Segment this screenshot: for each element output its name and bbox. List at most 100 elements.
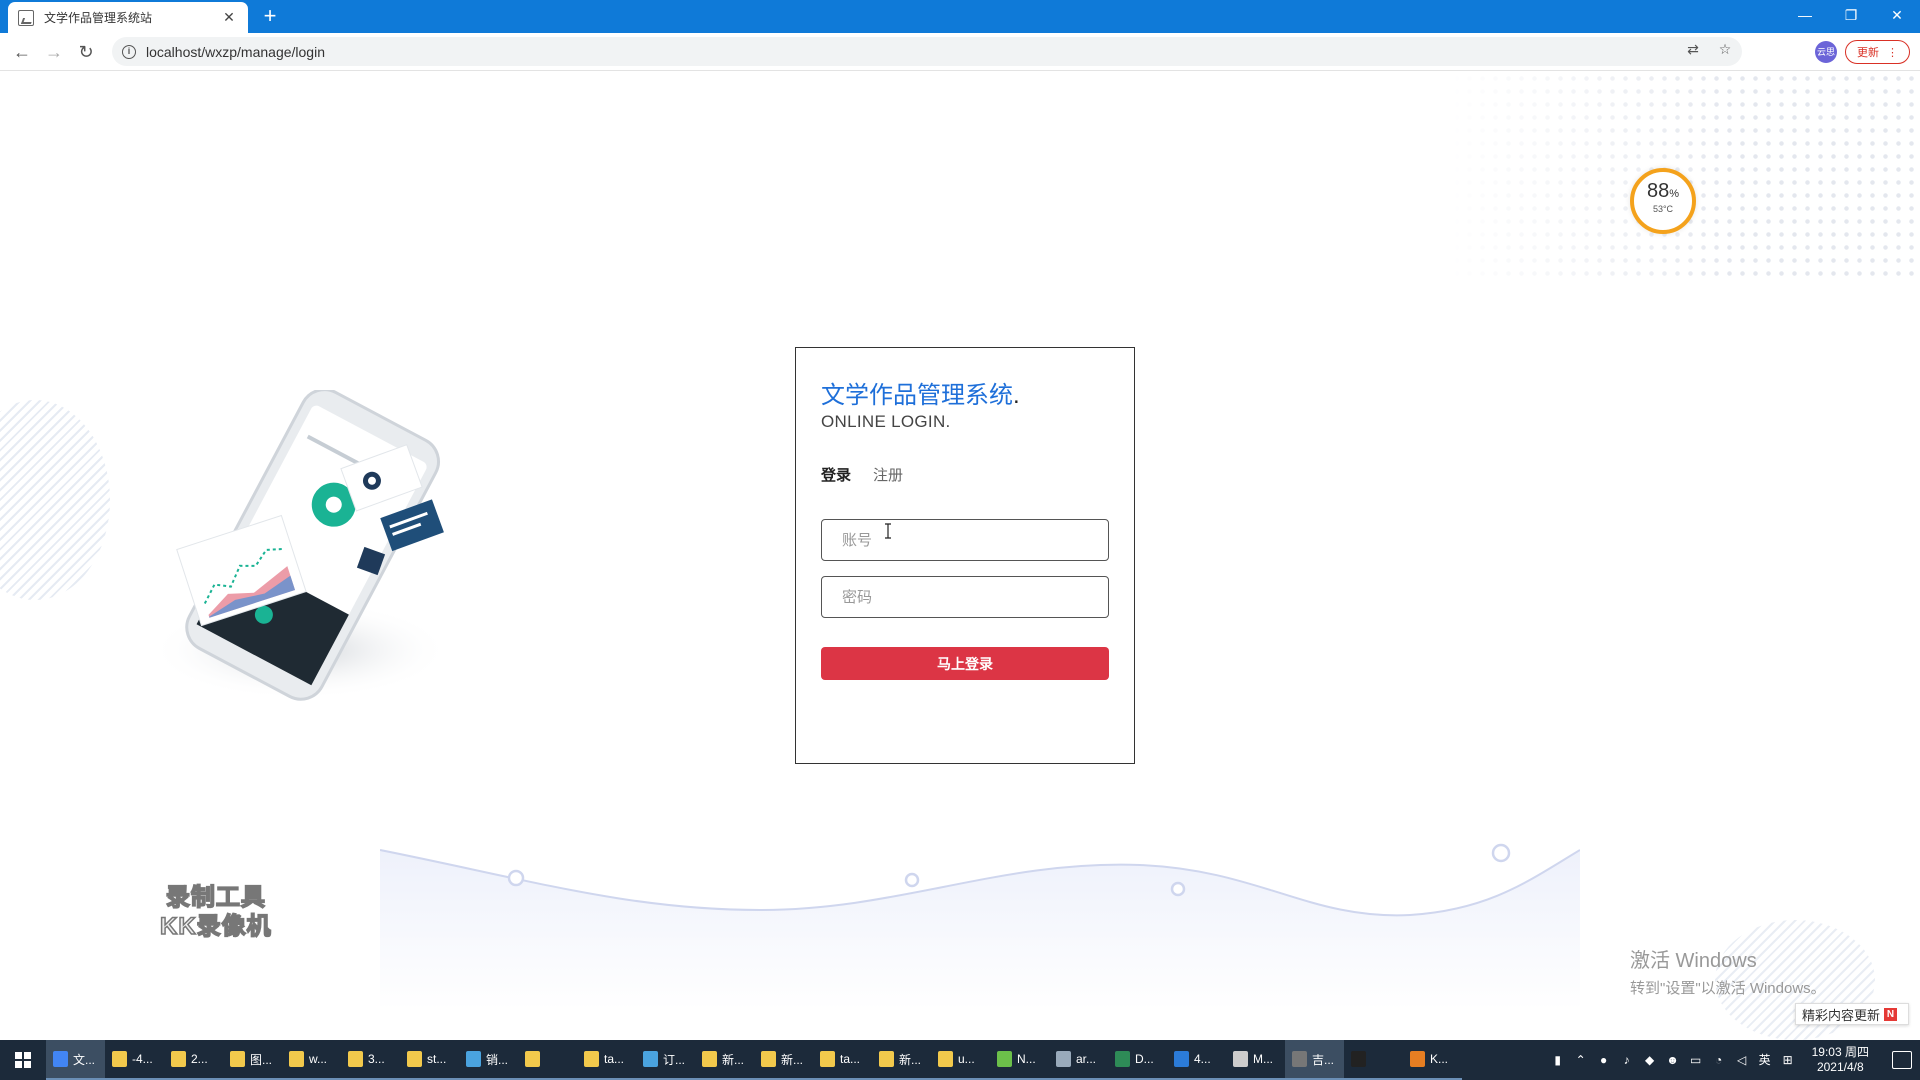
tab-login[interactable]: 登录: [821, 464, 851, 485]
close-window-button[interactable]: ✕: [1874, 0, 1920, 30]
tab-register[interactable]: 注册: [873, 464, 903, 485]
taskbar-item[interactable]: 销...: [459, 1040, 518, 1080]
new-tab-button[interactable]: +: [258, 5, 282, 29]
translate-icon[interactable]: ⇄: [1684, 40, 1702, 58]
taskbar-item[interactable]: D...: [1108, 1040, 1167, 1080]
taskbar-item-label: 吉...: [1312, 1052, 1335, 1067]
taskbar-item[interactable]: ta...: [577, 1040, 636, 1080]
back-icon[interactable]: ←: [10, 40, 34, 64]
taskbar-item[interactable]: -4...: [105, 1040, 164, 1080]
taskbar-item-label: 新...: [899, 1052, 922, 1067]
taskbar-item-label: 新...: [722, 1052, 745, 1067]
taskbar-item[interactable]: 3...: [341, 1040, 400, 1080]
archive-icon: [1056, 1051, 1071, 1067]
taskbar-item[interactable]: M...: [1226, 1040, 1285, 1080]
taskbar-item-label: ta...: [604, 1052, 625, 1066]
ime-indicator[interactable]: 英: [1758, 1053, 1772, 1067]
folder-icon: [820, 1051, 835, 1067]
taskbar-item[interactable]: 新...: [754, 1040, 813, 1080]
folder-icon: [289, 1051, 304, 1067]
stripe-decoration-left: [0, 400, 110, 600]
windows-activation-watermark: 激活 Windows 转到"设置"以激活 Windows。: [1630, 950, 1826, 997]
document-icon: [1115, 1051, 1130, 1067]
wifi-icon[interactable]: ◔: [1712, 1053, 1726, 1067]
window-controls: — ❐ ✕: [1782, 0, 1920, 33]
close-tab-icon[interactable]: ✕: [220, 9, 238, 26]
mute-icon[interactable]: ◁: [1735, 1053, 1749, 1067]
restore-button[interactable]: ❐: [1828, 0, 1874, 30]
taskbar-item-label: w...: [309, 1052, 328, 1066]
taskbar-item[interactable]: 吉...: [1285, 1040, 1344, 1080]
taskbar-item[interactable]: N...: [990, 1040, 1049, 1080]
folder-icon: [230, 1051, 245, 1067]
login-submit-button[interactable]: 马上登录: [821, 647, 1109, 680]
login-subtitle: ONLINE LOGIN.: [821, 412, 951, 431]
folder-icon: [879, 1051, 894, 1067]
windows-logo-icon: [15, 1052, 31, 1068]
taskbar-item[interactable]: 新...: [872, 1040, 931, 1080]
phone-illustration: [150, 390, 450, 701]
taskbar-clock[interactable]: 19:03 周四 2021/4/8: [1812, 1045, 1869, 1075]
device-icon[interactable]: ▭: [1689, 1053, 1703, 1067]
password-input[interactable]: [821, 576, 1109, 618]
keyboard-icon[interactable]: ⊞: [1781, 1053, 1795, 1067]
gauge-temperature: 53°C: [1652, 204, 1674, 214]
taskbar-item[interactable]: 4...: [1167, 1040, 1226, 1080]
taskbar-item[interactable]: K...: [1403, 1040, 1462, 1080]
address-bar[interactable]: i localhost/wxzp/manage/login ⇄ ☆: [112, 37, 1742, 66]
taskbar-item-label: D...: [1135, 1052, 1154, 1066]
chevron-up-icon[interactable]: ⌃: [1574, 1053, 1588, 1067]
update-label: 更新: [1857, 47, 1879, 59]
update-button[interactable]: 更新 ⋮: [1845, 40, 1910, 64]
site-info-icon[interactable]: i: [122, 44, 136, 59]
security-icon[interactable]: ●: [1597, 1053, 1611, 1067]
forward-icon[interactable]: →: [42, 40, 66, 64]
taskbar-item[interactable]: [1344, 1040, 1403, 1080]
taskbar-item[interactable]: 文...: [46, 1040, 105, 1080]
taskbar-item[interactable]: [518, 1040, 577, 1080]
chrome-icon: [53, 1051, 68, 1067]
cube-icon: [466, 1051, 481, 1067]
taskbar-item[interactable]: 订...: [636, 1040, 695, 1080]
recorder-watermark: 录制工具 KK录像机: [159, 883, 272, 941]
taskbar-item[interactable]: 2...: [164, 1040, 223, 1080]
taskbar-item-label: N...: [1017, 1052, 1036, 1066]
browser-titlebar: 文学作品管理系统站 ✕ + — ❐ ✕: [0, 0, 1920, 33]
vscode-icon: [1174, 1051, 1189, 1067]
action-center-icon[interactable]: [1892, 1051, 1912, 1069]
taskbar-item[interactable]: ar...: [1049, 1040, 1108, 1080]
start-button[interactable]: [0, 1040, 46, 1080]
windows-taskbar: 文... -4... 2... 图... w... 3... st... 销... ta... 订…: [0, 1040, 1920, 1080]
taskbar-item[interactable]: 新...: [695, 1040, 754, 1080]
bookmark-star-icon[interactable]: ☆: [1716, 40, 1734, 58]
profile-avatar[interactable]: 云思: [1815, 41, 1837, 63]
minimize-button[interactable]: —: [1782, 0, 1828, 30]
folder-icon: [938, 1051, 953, 1067]
taskbar-item[interactable]: ta...: [813, 1040, 872, 1080]
taskbar-item[interactable]: u...: [931, 1040, 990, 1080]
browser-tab[interactable]: 文学作品管理系统站 ✕: [8, 2, 248, 33]
url-text[interactable]: localhost/wxzp/manage/login: [146, 44, 325, 60]
bell-icon[interactable]: ♪: [1620, 1053, 1634, 1067]
login-card: 文学作品管理系统. ONLINE LOGIN. 登录 注册 马上登录: [795, 347, 1135, 764]
shield-icon[interactable]: ◆: [1643, 1053, 1657, 1067]
taskbar-item[interactable]: 图...: [223, 1040, 282, 1080]
news-n-icon: N: [1884, 1007, 1898, 1021]
wave-decoration: [380, 843, 1580, 1010]
reload-icon[interactable]: ↻: [74, 40, 98, 64]
folder-icon: [584, 1051, 599, 1067]
battery-icon[interactable]: ▮: [1551, 1053, 1565, 1067]
taskbar-item[interactable]: st...: [400, 1040, 459, 1080]
folder-icon: [348, 1051, 363, 1067]
username-input[interactable]: [821, 519, 1109, 561]
taskbar-item-label: st...: [427, 1052, 447, 1066]
news-update-popup[interactable]: 精彩内容更新 N: [1795, 1003, 1909, 1025]
app-icon: [1292, 1051, 1307, 1067]
notepad-icon: [997, 1051, 1012, 1067]
qq-tray-icon[interactable]: ☻: [1666, 1053, 1680, 1067]
taskbar-item-label: 订...: [663, 1052, 686, 1067]
cpu-usage-gauge[interactable]: 88% 53°C: [1630, 168, 1696, 234]
taskbar-item-label: 2...: [191, 1052, 208, 1066]
taskbar-item[interactable]: w...: [282, 1040, 341, 1080]
tab-title: 文学作品管理系统站: [44, 11, 153, 25]
